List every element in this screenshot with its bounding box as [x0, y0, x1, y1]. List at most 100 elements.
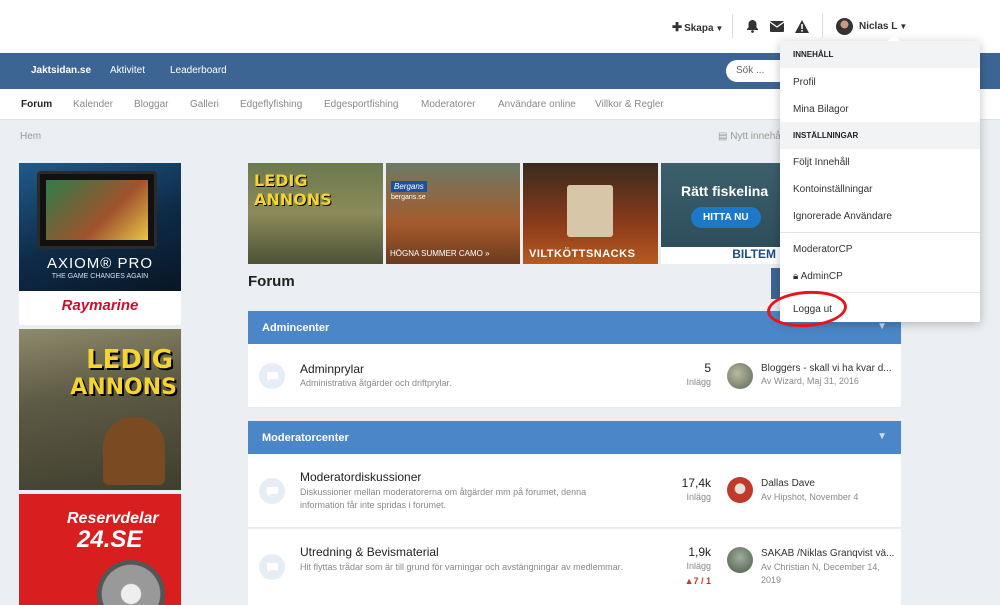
- ad-raymarine-title: AXIOM® PRO: [46, 255, 154, 272]
- subnav-item-edgeflyfishing[interactable]: Edgeflyfishing: [240, 99, 302, 110]
- ad-reservdelar24[interactable]: Reservdelar 24.SE: [19, 494, 181, 605]
- forum-row-adminprylar[interactable]: Adminprylar Administrativa åtgärder och …: [248, 344, 901, 408]
- nav-item-leaderboard[interactable]: Leaderboard: [170, 65, 227, 76]
- banner-ledig-annons[interactable]: LEDIG ANNONS: [248, 163, 383, 264]
- last-post-author: Av Hipshot, November 4: [761, 492, 859, 502]
- post-count-label: Inlägg: [686, 492, 711, 502]
- section-title: Moderatorcenter: [262, 432, 349, 444]
- admincp-label: AdminCP: [800, 271, 843, 282]
- avatar[interactable]: [727, 363, 753, 389]
- forum-title[interactable]: Moderatordiskussioner: [300, 470, 421, 484]
- forum-row-moderatordiskussioner[interactable]: Moderatordiskussioner Diskussioner mella…: [248, 454, 901, 528]
- subnav-item-moderatorer[interactable]: Moderatorer: [421, 99, 475, 110]
- bergans-logo: Bergans: [391, 181, 427, 192]
- ad-reserv-line2: 24.SE: [77, 526, 143, 553]
- nav-item-jaktsidan[interactable]: Jaktsidan.se: [31, 65, 91, 76]
- menu-item-followed[interactable]: Följt Innehåll: [793, 157, 850, 168]
- warning-count: ▲7 / 1: [651, 576, 711, 586]
- newspaper-icon: ▤: [718, 131, 731, 142]
- biltema-logo: BILTEM: [661, 247, 780, 264]
- menu-header-content: INNEHÅLL: [780, 41, 980, 68]
- notifications-bell-icon[interactable]: [743, 16, 761, 36]
- breadcrumb[interactable]: Hem: [20, 131, 41, 142]
- banner-bergans[interactable]: Bergans bergans.se HÖGNA SUMMER CAMO »: [386, 163, 520, 264]
- divider: [732, 14, 733, 38]
- create-menu-button[interactable]: ✚ Skapa ▼: [672, 20, 723, 34]
- caret-down-icon: ▼: [899, 22, 908, 31]
- unread-content-link[interactable]: ▤ Nytt innehå: [718, 131, 781, 142]
- ad-ledig-line1: LEDIG: [86, 345, 173, 375]
- create-label: Skapa: [684, 23, 714, 34]
- forum-row-utredning[interactable]: Utredning & Bevismaterial Hit flyttas tr…: [248, 529, 901, 605]
- menu-divider: [780, 232, 980, 233]
- messages-envelope-icon[interactable]: [768, 16, 786, 36]
- banner4-title: Rätt fiskelina: [681, 183, 769, 199]
- subnav-item-villkor[interactable]: Villkor & Regler: [595, 99, 664, 110]
- last-post-author: Av Wizard, Maj 31, 2016: [761, 376, 859, 386]
- subnav-item-kalender[interactable]: Kalender: [73, 99, 113, 110]
- banner1-text: LEDIG ANNONS: [254, 171, 332, 209]
- ad-ledig-annons[interactable]: LEDIG ANNONS: [19, 329, 181, 490]
- ad-raymarine[interactable]: AXIOM® PRO THE GAME CHANGES AGAIN Raymar…: [19, 163, 181, 325]
- nav-item-aktivitet[interactable]: Aktivitet: [110, 65, 145, 76]
- forum-description: Administrativa åtgärder och driftprylar.: [300, 378, 452, 388]
- banner3-text: VILTKÖTTSNACKS: [529, 248, 636, 260]
- forum-title[interactable]: Utredning & Bevismaterial: [300, 545, 439, 559]
- page-title: Forum: [248, 273, 295, 290]
- forum-chat-icon: [259, 554, 285, 580]
- menu-header-settings: INSTÄLLNINGAR: [780, 122, 980, 149]
- forum-chat-icon: [259, 478, 285, 504]
- caret-down-icon: ▼: [715, 24, 724, 33]
- user-dropdown-menu: INNEHÅLL Profil Mina Bilagor INSTÄLLNING…: [780, 35, 980, 322]
- user-name: Niclas L: [859, 21, 898, 32]
- last-post-title[interactable]: SAKAB /Niklas Granqvist vä...: [761, 548, 896, 559]
- brake-disc-image: [97, 560, 165, 605]
- post-count: 5: [704, 361, 711, 375]
- banner4-button[interactable]: HITTA NU: [691, 207, 761, 228]
- avatar[interactable]: [727, 477, 753, 503]
- subnav-item-edgesportfishing[interactable]: Edgesportfishing: [324, 99, 399, 110]
- menu-item-attachments[interactable]: Mina Bilagor: [793, 104, 849, 115]
- post-count-label: Inlägg: [686, 561, 711, 571]
- post-count: 17,4k: [681, 476, 711, 490]
- raymarine-logo: Raymarine: [61, 297, 139, 314]
- chartplotter-device: [37, 171, 157, 249]
- banner-viltkottsnacks[interactable]: VILTKÖTTSNACKS: [523, 163, 658, 264]
- snack-bag-image: [567, 185, 613, 237]
- banner2-text: HÖGNA SUMMER CAMO »: [390, 249, 490, 258]
- avatar[interactable]: [727, 547, 753, 573]
- menu-item-profile[interactable]: Profil: [793, 77, 816, 88]
- last-post-title[interactable]: Bloggers - skall vi ha kvar d...: [761, 363, 896, 374]
- forum-description: Diskussioner mellan moderatorerna om åtg…: [300, 487, 587, 510]
- forum-description: Hit flyttas trådar som är till grund för…: [300, 562, 623, 572]
- last-post-author: Av Christian N, December 14, 2019: [761, 562, 880, 585]
- divider: [822, 14, 823, 38]
- ad-raymarine-tagline: THE GAME CHANGES AGAIN: [51, 273, 149, 280]
- plus-icon: ✚: [672, 20, 683, 34]
- chevron-down-icon[interactable]: ▼: [877, 431, 887, 442]
- dog-image: [103, 417, 165, 485]
- last-post-title[interactable]: Dallas Dave: [761, 478, 896, 489]
- menu-item-admincp[interactable]: 🔒︎ AdminCP: [793, 271, 843, 282]
- forum-chat-icon: [259, 363, 285, 389]
- bergans-url: bergans.se: [391, 194, 426, 201]
- section-header-moderatorcenter: Moderatorcenter ▼: [248, 421, 901, 454]
- ad-ledig-line2: ANNONS: [70, 375, 177, 400]
- warning-count-value: 7 / 1: [693, 576, 711, 586]
- warning-triangle-icon[interactable]: [793, 16, 811, 36]
- subnav-item-forum[interactable]: Forum: [21, 99, 52, 110]
- subnav-item-online[interactable]: Användare online: [498, 99, 576, 110]
- post-count-label: Inlägg: [686, 377, 711, 387]
- forum-title[interactable]: Adminprylar: [300, 362, 364, 376]
- subnav-item-bloggar[interactable]: Bloggar: [134, 99, 168, 110]
- menu-item-ignored[interactable]: Ignorerade Användare: [793, 211, 892, 222]
- banner-biltema[interactable]: Rätt fiskelina HITTA NU BILTEM: [661, 163, 780, 264]
- avatar: [836, 18, 853, 35]
- post-count: 1,9k: [688, 545, 711, 559]
- section-title: Admincenter: [262, 322, 330, 334]
- user-menu-button[interactable]: Niclas L ▼: [836, 18, 907, 35]
- menu-item-moderatorcp[interactable]: ModeratorCP: [793, 244, 852, 255]
- menu-item-account-settings[interactable]: Kontoinställningar: [793, 184, 873, 195]
- chevron-down-icon[interactable]: ▼: [877, 321, 887, 332]
- subnav-item-galleri[interactable]: Galleri: [190, 99, 219, 110]
